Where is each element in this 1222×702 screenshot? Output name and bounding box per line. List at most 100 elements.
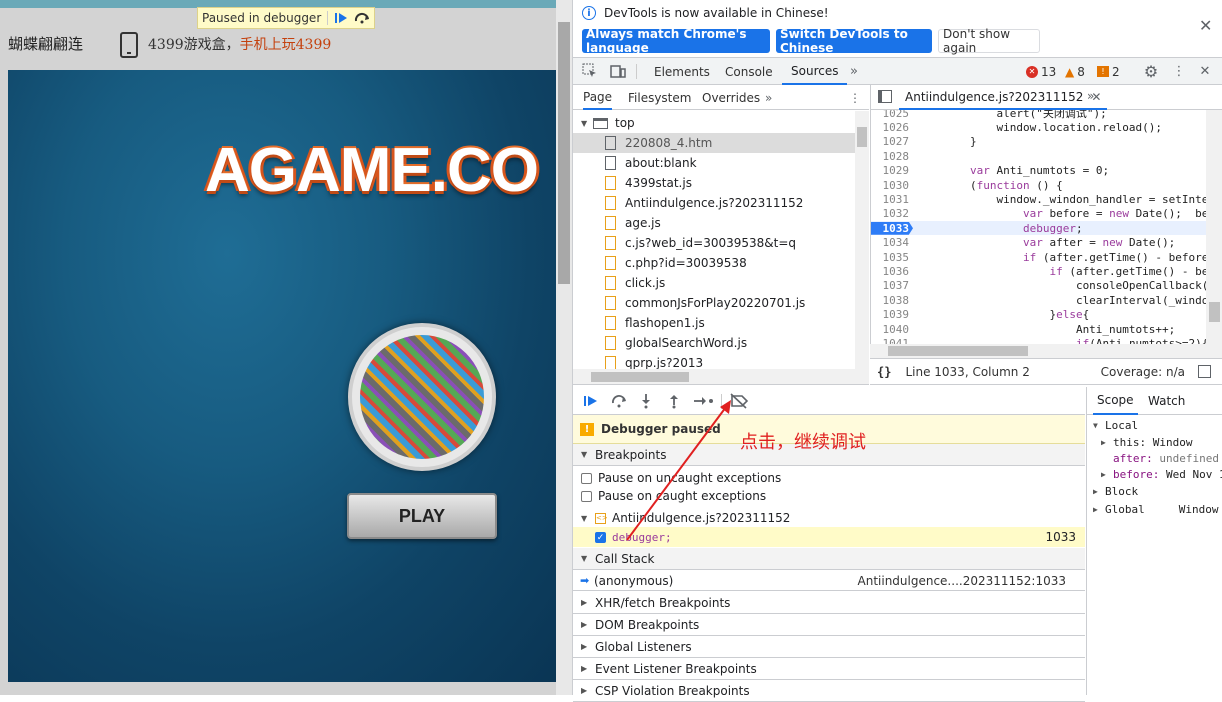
switch-chinese-button[interactable]: Switch DevTools to Chinese bbox=[776, 27, 932, 55]
file-tree-item[interactable]: flashopen1.js bbox=[573, 313, 855, 333]
code-line[interactable]: 1033 debugger; bbox=[871, 221, 1206, 236]
code-line[interactable]: 1038 clearInterval(_windo bbox=[871, 293, 1207, 307]
editor-scrollbar-thumb[interactable] bbox=[1209, 302, 1220, 322]
call-frame[interactable]: ➡ (anonymous) Antiindulgence....202311152:… bbox=[573, 571, 1085, 591]
step-out-icon[interactable] bbox=[665, 393, 683, 409]
navigator-hscrollbar-thumb[interactable] bbox=[591, 372, 689, 382]
line-number[interactable]: 1031 bbox=[871, 193, 913, 206]
tab-watch[interactable]: Watch bbox=[1148, 387, 1185, 415]
settings-gear-icon[interactable]: ⚙ bbox=[1143, 62, 1159, 81]
toggle-debugger-icon[interactable] bbox=[1198, 365, 1211, 378]
toggle-navigator-icon[interactable] bbox=[878, 90, 892, 103]
tab-page[interactable]: Page bbox=[583, 85, 613, 110]
code-line[interactable]: 1029 var Anti_numtots = 0; bbox=[871, 164, 1206, 178]
code-line[interactable]: 1030 (function () { bbox=[871, 178, 1206, 192]
line-number[interactable]: 1025 bbox=[871, 110, 913, 120]
code-line[interactable]: 1034 var after = new Date(); bbox=[871, 236, 1206, 250]
line-number[interactable]: 1036 bbox=[871, 265, 913, 278]
code-line[interactable]: 1035 if (after.getTime() - before bbox=[871, 250, 1207, 264]
pause-uncaught-checkbox[interactable] bbox=[581, 472, 592, 484]
tab-filesystem[interactable]: Filesystem bbox=[628, 85, 691, 110]
file-tree-item[interactable]: 220808_4.htm bbox=[573, 133, 855, 153]
step-into-icon[interactable] bbox=[637, 393, 655, 409]
line-number[interactable]: 1026 bbox=[871, 121, 913, 134]
file-tree-item[interactable]: qprp.js?2013 bbox=[573, 353, 855, 369]
error-count-badge[interactable]: ✕ 13 bbox=[1026, 63, 1056, 80]
code-line[interactable]: 1036 if (after.getTime() - be bbox=[871, 264, 1207, 278]
code-line[interactable]: 1032 var before = new Date(); be bbox=[871, 207, 1207, 221]
close-icon[interactable]: ✕ bbox=[1199, 16, 1212, 35]
line-number[interactable]: 1030 bbox=[871, 179, 913, 192]
dom-breakpoints-header[interactable]: ▶ DOM Breakpoints bbox=[573, 614, 1085, 636]
tab-scope[interactable]: Scope bbox=[1093, 387, 1138, 415]
code-line[interactable]: 1039 }else{ bbox=[871, 308, 1206, 322]
navigator-hscrollbar[interactable] bbox=[573, 369, 869, 385]
file-tree-item[interactable]: c.php?id=30039538 bbox=[573, 253, 855, 273]
call-frame-location[interactable]: Antiindulgence....202311152:1033 bbox=[858, 574, 1067, 588]
line-number[interactable]: 1034 bbox=[871, 236, 913, 249]
scope-block[interactable]: ▶ Block bbox=[1093, 483, 1138, 500]
page-scrollbar-thumb[interactable] bbox=[558, 22, 570, 284]
pause-uncaught-option[interactable]: Pause on uncaught exceptions bbox=[573, 469, 1085, 487]
play-button[interactable]: PLAY bbox=[347, 493, 497, 539]
line-number[interactable]: 1041 bbox=[871, 337, 913, 344]
close-devtools-icon[interactable]: ✕ bbox=[1197, 63, 1213, 79]
breakpoint-checkbox[interactable]: ✓ bbox=[595, 531, 606, 543]
line-number[interactable]: 1039 bbox=[871, 308, 913, 321]
event-listener-breakpoints-header[interactable]: ▶ Event Listener Breakpoints bbox=[573, 658, 1085, 680]
scope-local[interactable]: ▼ Local bbox=[1093, 417, 1138, 434]
code-editor[interactable]: 1025 alert("关闭调试"); 1026 window.location.… bbox=[870, 110, 1206, 344]
tree-root[interactable]: ▼ top bbox=[573, 113, 855, 133]
deactivate-breakpoints-icon[interactable] bbox=[729, 393, 749, 409]
scope-var-after[interactable]: after: undefined bbox=[1113, 450, 1219, 467]
resume-icon[interactable] bbox=[582, 393, 600, 409]
file-tree-item[interactable]: Antiindulgence.js?202311152 bbox=[573, 193, 855, 213]
step-over-icon[interactable] bbox=[354, 12, 370, 24]
page-scrollbar[interactable] bbox=[556, 0, 572, 695]
pause-caught-checkbox[interactable] bbox=[581, 490, 592, 502]
dont-show-again-button[interactable]: Don't show again bbox=[938, 27, 1040, 55]
file-tree-item[interactable]: commonJsForPlay20220701.js bbox=[573, 293, 855, 313]
scope-var-before[interactable]: ▶ before: Wed Nov 1 bbox=[1101, 466, 1222, 483]
tab-console[interactable]: Console bbox=[725, 58, 773, 85]
code-line[interactable]: 1025 alert("关闭调试"); bbox=[871, 110, 1206, 120]
line-number[interactable]: 1028 bbox=[871, 150, 913, 163]
xhr-breakpoints-header[interactable]: ▶ XHR/fetch Breakpoints bbox=[573, 592, 1085, 614]
code-line[interactable]: 1037 consoleOpenCallback( bbox=[871, 279, 1207, 293]
file-tree-item[interactable]: click.js bbox=[573, 273, 855, 293]
editor-hscrollbar-thumb[interactable] bbox=[888, 346, 1028, 356]
inspect-element-icon[interactable] bbox=[582, 63, 598, 79]
nav-menu-icon[interactable]: ⋮ bbox=[849, 85, 861, 110]
more-editor-tabs-icon[interactable]: » bbox=[1087, 89, 1094, 103]
editor-scrollbar[interactable] bbox=[1206, 110, 1222, 344]
code-line[interactable]: 1041 if(Anti_numtots>=2){ bbox=[871, 336, 1207, 344]
more-nav-tabs-icon[interactable]: » bbox=[765, 85, 772, 110]
file-tree-item[interactable]: c.js?web_id=30039538&t=q bbox=[573, 233, 855, 253]
tab-sources[interactable]: Sources bbox=[782, 58, 848, 85]
file-tree-item[interactable]: globalSearchWord.js bbox=[573, 333, 855, 353]
line-number[interactable]: 1027 bbox=[871, 135, 913, 148]
pause-caught-option[interactable]: Pause on caught exceptions bbox=[573, 487, 1085, 505]
csp-violation-breakpoints-header[interactable]: ▶ CSP Violation Breakpoints bbox=[573, 680, 1085, 702]
code-line[interactable]: 1040 Anti_numtots++; bbox=[871, 322, 1206, 336]
resume-icon[interactable] bbox=[334, 12, 348, 24]
navigator-scrollbar-thumb[interactable] bbox=[857, 127, 867, 147]
line-number[interactable]: 1032 bbox=[871, 207, 913, 220]
code-line[interactable]: 1027 } bbox=[871, 135, 1206, 149]
tab-overrides[interactable]: Overrides bbox=[702, 85, 760, 110]
file-tree-item[interactable]: 4399stat.js bbox=[573, 173, 855, 193]
breakpoint-entry[interactable]: ✓ debugger; 1033 bbox=[573, 527, 1085, 547]
match-language-button[interactable]: Always match Chrome's language bbox=[582, 27, 770, 55]
file-tree-item[interactable]: about:blank bbox=[573, 153, 855, 173]
line-number[interactable]: 1035 bbox=[871, 251, 913, 264]
more-tabs-icon[interactable]: » bbox=[846, 63, 862, 79]
code-line[interactable]: 1026 window.location.reload(); bbox=[871, 120, 1206, 134]
more-options-icon[interactable]: ⋮ bbox=[1171, 63, 1187, 79]
line-number[interactable]: 1040 bbox=[871, 323, 913, 336]
scope-global[interactable]: ▶ Global Window bbox=[1093, 501, 1219, 518]
line-number[interactable]: 1037 bbox=[871, 279, 913, 292]
line-number[interactable]: 1038 bbox=[871, 294, 913, 307]
pretty-print-icon[interactable]: {} bbox=[877, 365, 891, 379]
code-line[interactable]: 1031 window._windon_handler = setInte bbox=[871, 192, 1207, 206]
global-listeners-header[interactable]: ▶ Global Listeners bbox=[573, 636, 1085, 658]
